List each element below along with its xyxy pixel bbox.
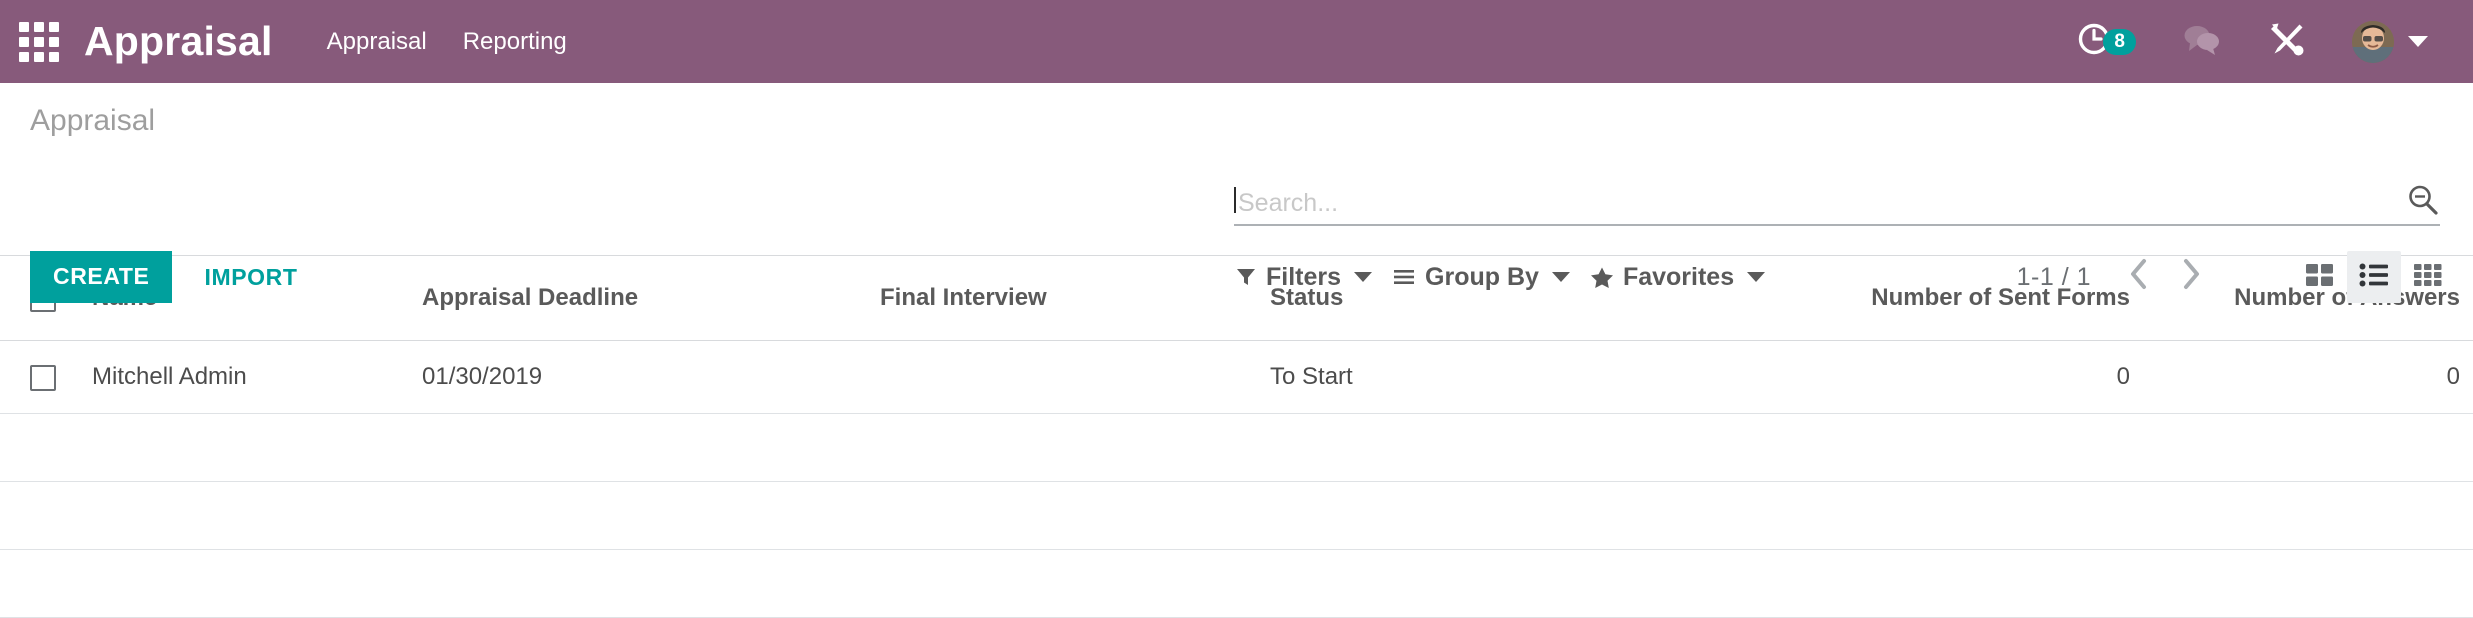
- empty-cell: [2130, 482, 2473, 550]
- empty-cell: [2130, 550, 2473, 618]
- cell-number-of-answers: 0: [2130, 341, 2473, 414]
- empty-table-row: [0, 550, 2473, 618]
- avatar: [2352, 21, 2394, 63]
- import-button[interactable]: IMPORT: [198, 252, 303, 303]
- top-navbar: Appraisal Appraisal Reporting 8: [0, 0, 2473, 83]
- hamburger-icon: [1392, 266, 1416, 288]
- search-text-cursor: [1234, 187, 1236, 213]
- pager-next-button[interactable]: [2165, 257, 2217, 298]
- empty-cell: [1700, 482, 2130, 550]
- view-switcher-pivot-button[interactable]: [2401, 251, 2455, 303]
- view-switcher-kanban-button[interactable]: [2293, 251, 2347, 303]
- empty-cell: [422, 550, 880, 618]
- apps-grid-icon: [19, 22, 59, 62]
- row-checkbox[interactable]: [30, 365, 56, 391]
- activities-count-badge: 8: [2103, 29, 2136, 55]
- pager-value: 1-1 / 1: [2017, 263, 2091, 292]
- group-by-dropdown[interactable]: Group By: [1382, 257, 1580, 298]
- empty-cell: [92, 414, 422, 482]
- star-icon: [1590, 266, 1614, 289]
- list-view: Name Appraisal Deadline Final Interview …: [0, 256, 2473, 618]
- filters-label: Filters: [1266, 263, 1341, 292]
- chevron-down-icon: [1354, 272, 1372, 282]
- systray: 8: [2053, 0, 2451, 83]
- view-switcher-list-button[interactable]: [2347, 251, 2401, 303]
- apps-menu-button[interactable]: [0, 0, 78, 83]
- chevron-left-icon: [2128, 257, 2150, 298]
- table-body: Mitchell Admin 01/30/2019 To Start 0 0: [0, 341, 2473, 618]
- kanban-view-icon: [2305, 261, 2335, 294]
- activities-menu-button[interactable]: 8: [2053, 0, 2159, 83]
- wrench-tools-icon: [2268, 20, 2306, 63]
- chevron-down-icon: [1747, 272, 1765, 282]
- view-switcher: [2293, 251, 2455, 303]
- control-panel-top-row: Appraisal: [0, 83, 2473, 147]
- favorites-dropdown[interactable]: Favorites: [1580, 257, 1775, 298]
- breadcrumb: Appraisal: [30, 106, 155, 136]
- menu-item-appraisal[interactable]: Appraisal: [327, 28, 427, 56]
- app-brand-title: Appraisal: [84, 21, 273, 62]
- pivot-view-icon: [2413, 261, 2443, 294]
- chevron-right-icon: [2180, 257, 2202, 298]
- control-panel: Appraisal CREATE IMPORT Filters: [0, 83, 2473, 256]
- cell-appraisal-deadline: 01/30/2019: [422, 341, 880, 414]
- chevron-down-icon: [1552, 272, 1570, 282]
- empty-cell: [1700, 550, 2130, 618]
- group-by-label: Group By: [1425, 263, 1539, 292]
- cell-name: Mitchell Admin: [92, 341, 422, 414]
- empty-table-row: [0, 414, 2473, 482]
- empty-cell: [0, 414, 92, 482]
- empty-cell: [1270, 482, 1700, 550]
- empty-cell: [880, 482, 1270, 550]
- empty-table-row: [0, 482, 2473, 550]
- empty-cell: [422, 414, 880, 482]
- empty-cell: [422, 482, 880, 550]
- control-panel-bottom-row: CREATE IMPORT Filters: [0, 251, 2473, 303]
- empty-cell: [880, 550, 1270, 618]
- create-button[interactable]: CREATE: [30, 251, 172, 303]
- pager-previous-button[interactable]: [2113, 257, 2165, 298]
- cell-status: To Start: [1270, 341, 1700, 414]
- filters-dropdown[interactable]: Filters: [1225, 257, 1382, 298]
- search-view: [1234, 183, 2440, 226]
- search-input[interactable]: [1238, 190, 2396, 218]
- search-icon[interactable]: [2396, 183, 2440, 217]
- funnel-icon: [1235, 266, 1257, 288]
- main-menu: Appraisal Reporting: [327, 28, 567, 56]
- list-view-icon: [2359, 261, 2389, 294]
- table-row[interactable]: Mitchell Admin 01/30/2019 To Start 0 0: [0, 341, 2473, 414]
- debug-tools-button[interactable]: [2245, 0, 2329, 83]
- empty-cell: [0, 550, 92, 618]
- empty-cell: [880, 414, 1270, 482]
- empty-cell: [1270, 550, 1700, 618]
- cell-final-interview: [880, 341, 1270, 414]
- empty-cell: [1700, 414, 2130, 482]
- chevron-down-icon: [2408, 36, 2428, 47]
- cell-number-of-sent-forms: 0: [1700, 341, 2130, 414]
- empty-cell: [1270, 414, 1700, 482]
- empty-cell: [2130, 414, 2473, 482]
- user-menu-button[interactable]: [2329, 0, 2451, 83]
- row-select-cell: [0, 341, 92, 414]
- search-options: Filters Group By: [1225, 257, 1775, 298]
- chat-bubble-icon: [2182, 22, 2222, 61]
- pager: 1-1 / 1: [2017, 257, 2217, 298]
- appraisal-table: Name Appraisal Deadline Final Interview …: [0, 256, 2473, 618]
- empty-cell: [0, 482, 92, 550]
- favorites-label: Favorites: [1623, 263, 1734, 292]
- menu-item-reporting[interactable]: Reporting: [463, 28, 567, 56]
- empty-cell: [92, 482, 422, 550]
- empty-cell: [92, 550, 422, 618]
- messaging-menu-button[interactable]: [2159, 0, 2245, 83]
